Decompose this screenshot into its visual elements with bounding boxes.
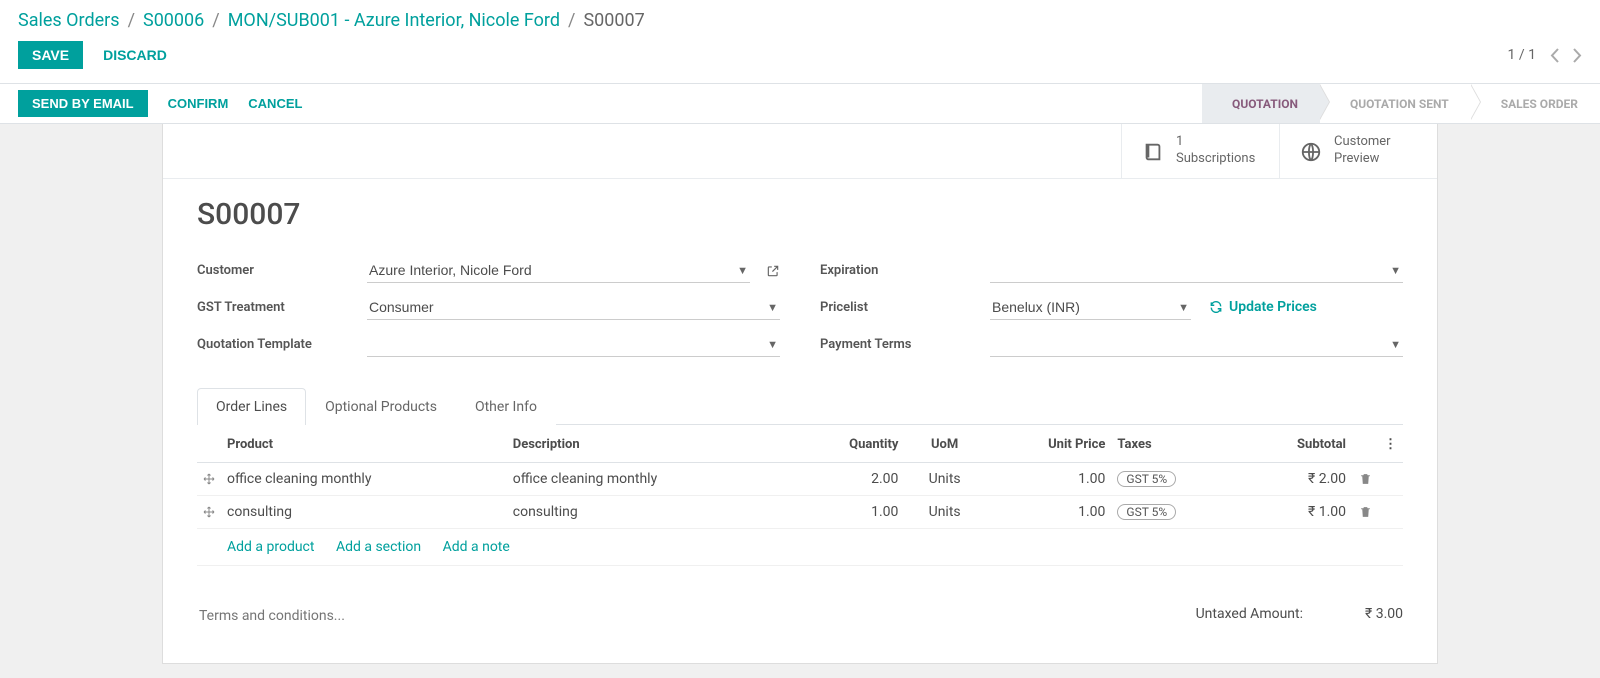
tab-other-info[interactable]: Other Info — [456, 388, 556, 425]
breadcrumb-sep: / — [568, 10, 575, 31]
table-row[interactable]: consulting consulting 1.00 Units 1.00 GS… — [197, 495, 1403, 528]
tax-pill: GST 5% — [1117, 471, 1176, 487]
pager-next-icon[interactable] — [1573, 45, 1582, 66]
quotation-template-field[interactable] — [367, 332, 780, 357]
pager-prev-icon[interactable] — [1550, 45, 1559, 66]
confirm-button[interactable]: CONFIRM — [168, 96, 229, 111]
discard-button[interactable]: DISCARD — [103, 47, 167, 63]
cell-description[interactable]: office cleaning monthly — [507, 462, 793, 495]
cell-product[interactable]: office cleaning monthly — [221, 462, 507, 495]
add-product-link[interactable]: Add a product — [227, 539, 314, 555]
customer-field[interactable] — [367, 258, 750, 283]
update-prices-link[interactable]: Update Prices — [1209, 299, 1317, 315]
cancel-button[interactable]: CANCEL — [248, 96, 302, 111]
subscriptions-count: 1 — [1176, 134, 1255, 151]
pager-count: 1 / 1 — [1508, 47, 1536, 63]
cell-subtotal: ₹ 2.00 — [1241, 462, 1352, 495]
tab-order-lines[interactable]: Order Lines — [197, 388, 306, 425]
expiration-label: Expiration — [820, 263, 980, 278]
customer-preview-button[interactable]: Customer Preview — [1279, 124, 1437, 178]
col-description: Description — [507, 425, 793, 463]
cell-unit-price[interactable]: 1.00 — [985, 495, 1112, 528]
quotation-template-label: Quotation Template — [197, 337, 357, 352]
customer-label: Customer — [197, 263, 357, 278]
col-uom: UoM — [904, 425, 984, 463]
drag-handle-icon[interactable] — [197, 462, 221, 495]
save-button[interactable]: SAVE — [18, 41, 83, 69]
status-step-sales-order[interactable]: SALES ORDER — [1471, 84, 1600, 123]
cell-taxes[interactable]: GST 5% — [1111, 495, 1240, 528]
col-quantity: Quantity — [793, 425, 905, 463]
pager: 1 / 1 — [1508, 45, 1582, 66]
status-step-quotation[interactable]: QUOTATION — [1202, 84, 1320, 123]
cell-taxes[interactable]: GST 5% — [1111, 462, 1240, 495]
globe-icon — [1300, 138, 1322, 163]
send-by-email-button[interactable]: SEND BY EMAIL — [18, 90, 148, 117]
payment-terms-field[interactable] — [990, 332, 1403, 357]
subscriptions-label: Subscriptions — [1176, 151, 1255, 168]
status-steps: QUOTATION QUOTATION SENT SALES ORDER — [1202, 84, 1600, 123]
payment-terms-label: Payment Terms — [820, 337, 980, 352]
page-title: S00007 — [197, 197, 1403, 232]
col-product: Product — [221, 425, 507, 463]
customer-preview-bottom: Preview — [1334, 151, 1391, 168]
cell-subtotal: ₹ 1.00 — [1241, 495, 1352, 528]
tab-optional-products[interactable]: Optional Products — [306, 388, 456, 425]
subscriptions-stat-button[interactable]: 1 Subscriptions — [1121, 124, 1279, 178]
cell-description[interactable]: consulting — [507, 495, 793, 528]
pricelist-field[interactable] — [990, 295, 1191, 320]
status-step-quotation-sent[interactable]: QUOTATION SENT — [1320, 84, 1471, 123]
terms-input[interactable] — [197, 600, 1041, 632]
table-row[interactable]: office cleaning monthly office cleaning … — [197, 462, 1403, 495]
breadcrumb-sep: / — [212, 10, 219, 31]
add-note-link[interactable]: Add a note — [443, 539, 510, 555]
drag-handle-icon[interactable] — [197, 495, 221, 528]
delete-row-icon[interactable] — [1352, 462, 1378, 495]
gst-field[interactable] — [367, 295, 780, 320]
untaxed-amount-label: Untaxed Amount: — [1196, 606, 1303, 622]
breadcrumb-link-sales-orders[interactable]: Sales Orders — [18, 10, 120, 31]
breadcrumb: Sales Orders / S00006 / MON/SUB001 - Azu… — [18, 10, 1582, 31]
tax-pill: GST 5% — [1117, 504, 1176, 520]
cell-unit-price[interactable]: 1.00 — [985, 462, 1112, 495]
breadcrumb-link-subscription[interactable]: MON/SUB001 - Azure Interior, Nicole Ford — [228, 10, 560, 31]
breadcrumb-current: S00007 — [583, 10, 644, 31]
book-icon — [1142, 138, 1164, 163]
delete-row-icon[interactable] — [1352, 495, 1378, 528]
breadcrumb-sep: / — [128, 10, 135, 31]
refresh-icon — [1209, 300, 1223, 314]
customer-preview-top: Customer — [1334, 134, 1391, 151]
col-unit-price: Unit Price — [985, 425, 1112, 463]
cell-quantity[interactable]: 2.00 — [793, 462, 905, 495]
col-subtotal: Subtotal — [1241, 425, 1352, 463]
external-link-icon[interactable] — [766, 262, 780, 278]
untaxed-amount-value: ₹ 3.00 — [1343, 606, 1403, 622]
gst-label: GST Treatment — [197, 300, 357, 315]
cell-product[interactable]: consulting — [221, 495, 507, 528]
cell-quantity[interactable]: 1.00 — [793, 495, 905, 528]
pricelist-label: Pricelist — [820, 300, 980, 315]
expiration-field[interactable] — [990, 258, 1403, 283]
cell-uom[interactable]: Units — [904, 462, 984, 495]
cell-uom[interactable]: Units — [904, 495, 984, 528]
col-taxes: Taxes — [1111, 425, 1240, 463]
kebab-menu-icon[interactable]: ⋮ — [1378, 425, 1403, 463]
breadcrumb-link-s00006[interactable]: S00006 — [143, 10, 204, 31]
order-lines-table: Product Description Quantity UoM Unit Pr… — [197, 425, 1403, 566]
add-section-link[interactable]: Add a section — [336, 539, 421, 555]
